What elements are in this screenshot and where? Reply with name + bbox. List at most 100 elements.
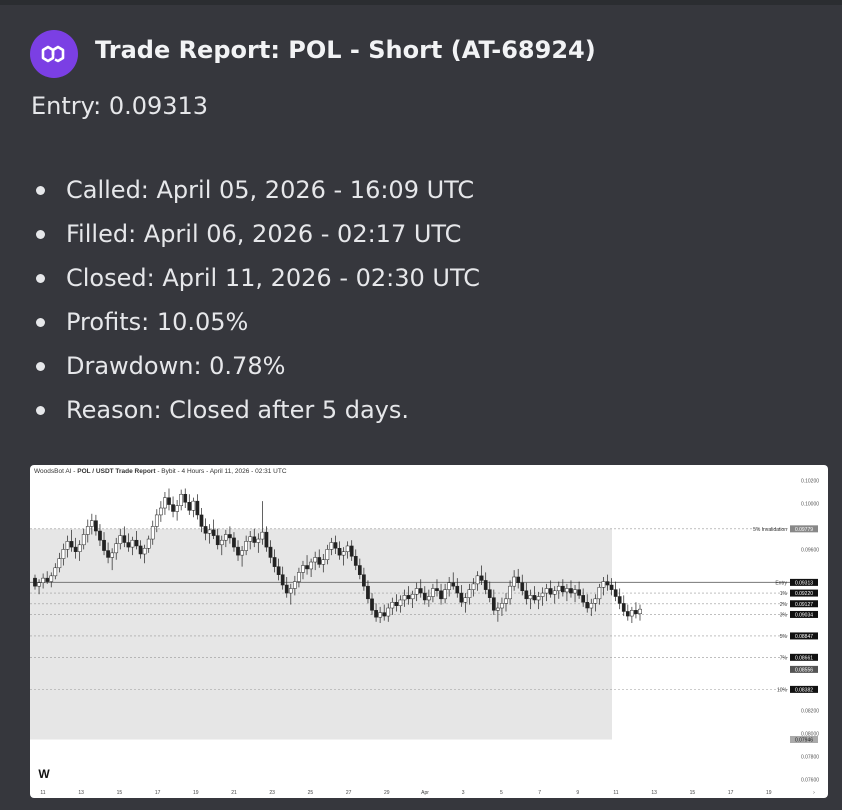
price-tag: 0.08382 (795, 687, 813, 693)
candle-body (613, 589, 618, 597)
woodsbot-watermark-icon: W (38, 767, 50, 781)
candle-body (585, 602, 590, 609)
candle-body (394, 602, 399, 606)
candle-body (163, 497, 167, 509)
candle-body (451, 582, 456, 587)
candle-body (479, 575, 484, 581)
trade-chart-image[interactable]: WoodsBot AI - POL / USDT Trade Report - … (30, 465, 828, 798)
candle-body (540, 592, 545, 597)
candle-body (463, 597, 468, 603)
candle-body (167, 497, 171, 505)
candle-body (378, 612, 382, 618)
candle-body (349, 545, 354, 557)
list-item: Reason: Closed after 5 days. (31, 388, 480, 432)
candle-body (183, 493, 188, 503)
candle-body (317, 557, 322, 565)
candle-body (357, 565, 362, 575)
report-title: Trade Report: POL - Short (AT-68924) (95, 36, 596, 64)
candle-body (49, 575, 54, 582)
y-tick-label: 0.08000 (801, 731, 819, 737)
candle-body (528, 595, 533, 600)
bullet-icon (36, 185, 45, 195)
bullet-icon (36, 361, 45, 371)
candle-body (353, 556, 358, 566)
candle-body (199, 514, 204, 527)
x-tick-label: 19 (193, 790, 199, 796)
candle-body (601, 581, 606, 588)
candle-body (516, 576, 521, 583)
candle-body (288, 588, 293, 594)
candle-body (321, 559, 326, 565)
candle-body (179, 493, 184, 506)
candle-body (187, 502, 192, 511)
candle-body (496, 607, 500, 611)
candle-body (284, 584, 289, 594)
candle-body (110, 552, 114, 558)
candle-body (102, 539, 106, 551)
level-label: 3% (780, 612, 788, 618)
candle-body (57, 558, 62, 569)
detail-profits: Profits: 10.05% (66, 308, 249, 336)
candle-body (159, 507, 163, 516)
candle-body (439, 590, 443, 600)
candle-body (268, 546, 273, 558)
candle-body (329, 542, 334, 550)
candle-body (556, 585, 561, 592)
candle-body (207, 529, 212, 534)
y-tick-label: 0.10200 (801, 478, 819, 484)
price-tag: 0.08661 (795, 655, 813, 661)
candle-body (219, 539, 224, 546)
candle-body (280, 574, 285, 586)
candle-body (248, 536, 253, 542)
candle-body (447, 582, 452, 590)
candle-body (33, 577, 37, 587)
trade-details-list: Called: April 05, 2026 - 16:09 UTC Fille… (31, 168, 480, 432)
polygon-logo-icon (30, 30, 78, 78)
candle-body (85, 526, 90, 535)
x-tick-label: 13 (651, 790, 657, 796)
candle-body (236, 546, 240, 556)
candle-body (414, 588, 419, 595)
list-item: Profits: 10.05% (31, 300, 480, 344)
current-price-tag: 0.08556 (795, 667, 813, 673)
candle-body (459, 592, 464, 603)
candle-body (524, 590, 529, 600)
candle-body (621, 603, 626, 612)
low-price-tag: 0.07946 (795, 737, 813, 743)
level-label: 5% Invalidation (753, 527, 787, 533)
candle-body (272, 557, 277, 567)
bullet-icon (36, 405, 45, 415)
candle-body (37, 582, 41, 587)
list-item: Called: April 05, 2026 - 16:09 UTC (31, 168, 480, 212)
x-tick-label: 3 (462, 790, 465, 796)
candle-body (504, 598, 508, 604)
detail-closed: Closed: April 11, 2026 - 02:30 UTC (66, 264, 480, 292)
x-tick-label: 17 (155, 790, 161, 796)
candle-body (402, 595, 407, 601)
candle-body (386, 607, 391, 617)
detail-drawdown: Drawdown: 0.78% (66, 352, 286, 380)
candle-body (410, 593, 415, 600)
candle-body (625, 611, 630, 617)
price-tag: 0.09779 (795, 527, 813, 533)
bullet-icon (36, 317, 45, 327)
candle-body (406, 595, 411, 600)
candlestick-chart: 5% Invalidation 0.09779 Entry 0.09313 1% 0.09… (30, 478, 819, 796)
candle-body (471, 583, 476, 590)
candle-body (276, 566, 281, 575)
candle-body (134, 539, 139, 547)
x-tick-label: 23 (269, 790, 275, 796)
x-tick-label: 27 (346, 790, 352, 796)
candle-body (341, 551, 346, 556)
candle-body (240, 550, 244, 556)
candle-body (195, 500, 200, 516)
candle-body (634, 610, 638, 615)
candle-body (130, 539, 135, 548)
candle-body (467, 589, 472, 598)
candle-body (126, 542, 131, 548)
list-item: Drawdown: 0.78% (31, 344, 480, 388)
candle-body (630, 610, 634, 617)
candle-body (122, 535, 127, 543)
candle-body (565, 588, 569, 593)
y-tick-label: 0.10000 (801, 501, 819, 507)
